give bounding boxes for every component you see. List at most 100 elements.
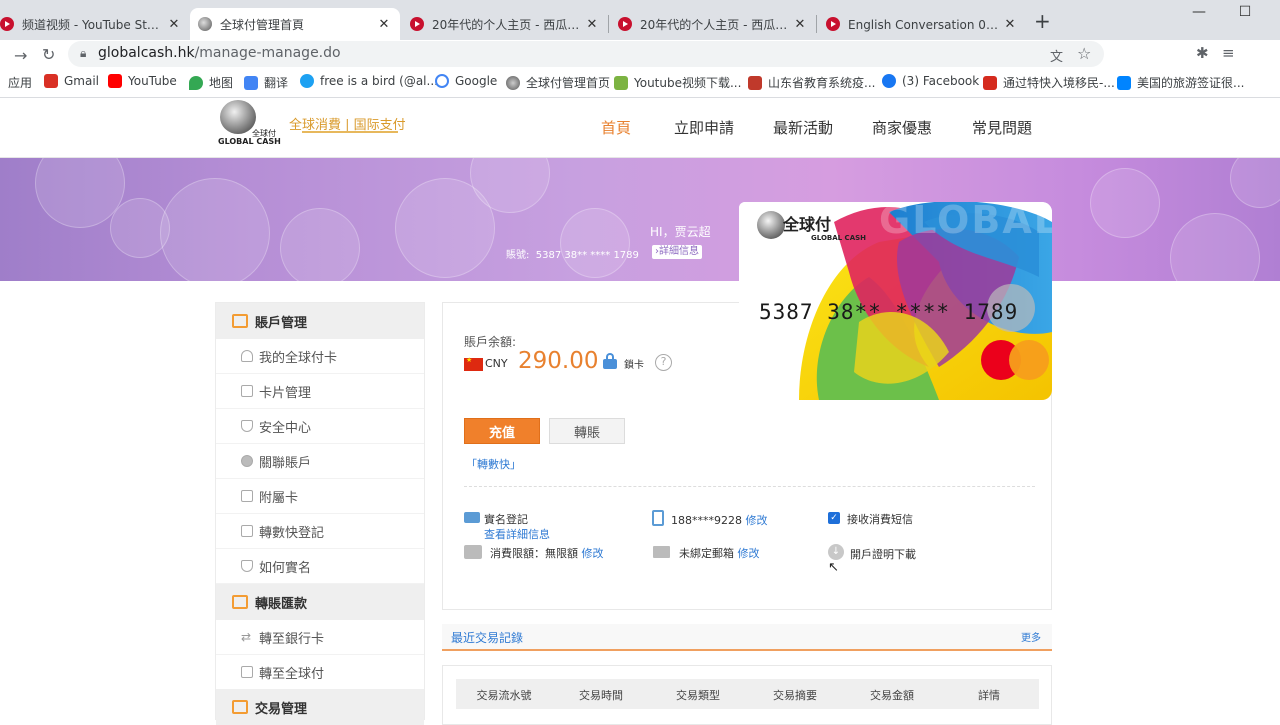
tab-english-conversation[interactable]: English Conversation 04 - 西瓜 ✕ (818, 8, 1026, 40)
lock-card-label[interactable]: 鎖卡 (624, 356, 644, 371)
sidebar-item-supplementary-card[interactable]: 附屬卡 (216, 479, 424, 514)
download-icon[interactable]: ↓ (828, 544, 844, 560)
sidebar-section-account[interactable]: 賬戶管理 (216, 303, 424, 339)
youtube-studio-icon (0, 17, 14, 31)
lock-icon[interactable] (603, 353, 617, 369)
email-line: 未綁定郵箱 修改 (679, 547, 760, 560)
tab-title: 全球付管理首頁 (220, 17, 305, 32)
help-icon[interactable]: ? (655, 354, 672, 371)
maximize-button[interactable]: ☐ (1222, 4, 1268, 20)
details-button[interactable]: ›詳細信息 (652, 245, 702, 259)
url-text[interactable]: globalcash.hk/manage-manage.do (98, 45, 341, 61)
recharge-button[interactable]: 充值 (464, 418, 540, 444)
sidebar-item-security[interactable]: 安全中心 (216, 409, 424, 444)
bookmark-youtube[interactable]: YouTube (108, 74, 177, 88)
badge-icon (241, 560, 253, 572)
bookmark-twitter[interactable]: free is a bird (@al... (300, 74, 438, 88)
logo-text-en: GLOBAL CASH (218, 137, 281, 146)
tab-xigua-2[interactable]: 20年代的个人主页 - 西瓜视频 ✕ (610, 8, 816, 40)
close-icon[interactable]: ✕ (792, 17, 808, 32)
currency-code: CNY (485, 357, 508, 370)
bank-card: GLOBAL 全球付 GLOBAL CASH 5387 38** **** 17… (739, 202, 1052, 400)
site-logo[interactable]: 全球付 GLOBAL CASH (216, 98, 281, 148)
bookmark-star-icon[interactable]: ☆ (1077, 44, 1091, 63)
card-brand-en: GLOBAL CASH (811, 234, 867, 242)
tab-xigua-1[interactable]: 20年代的个人主页 - 西瓜视频 ✕ (402, 8, 608, 40)
card-globe-logo-icon (757, 211, 785, 239)
extensions-puzzle-icon[interactable]: ✱ (1196, 44, 1209, 62)
bookmark-gmail[interactable]: Gmail (44, 74, 99, 88)
bookmark-google[interactable]: Google (435, 74, 497, 88)
realname-label: 實名登記 (484, 513, 528, 526)
nav-activities[interactable]: 最新活動 (773, 117, 833, 138)
phone-line: 188****9228 修改 (671, 512, 768, 528)
globe-logo-icon (220, 100, 256, 134)
reading-list-icon[interactable]: ≡ (1222, 44, 1235, 62)
shield-icon (241, 420, 253, 432)
bookmark-youtube-downloader[interactable]: Youtube视频下载... (614, 74, 741, 91)
sidebar-item-how-to-verify[interactable]: 如何實名 (216, 549, 424, 584)
close-icon[interactable]: ✕ (1002, 17, 1018, 32)
new-tab-button[interactable]: + (1034, 9, 1051, 33)
sidebar-item-fps-registration[interactable]: 轉數快登記 (216, 514, 424, 549)
sidebar-section-transfer[interactable]: 轉賬匯款 (216, 584, 424, 620)
close-icon[interactable]: ✕ (584, 17, 600, 32)
sidebar-item-my-card[interactable]: 我的全球付卡 (216, 339, 424, 374)
recent-transactions-header (442, 624, 1052, 651)
bookmark-facebook[interactable]: (3) Facebook (882, 74, 979, 88)
edit-email-link[interactable]: 修改 (738, 547, 760, 560)
close-icon[interactable]: ✕ (166, 17, 182, 32)
sms-label: 接收消費短信 (847, 513, 913, 526)
card-watermark: GLOBAL (879, 202, 1052, 242)
nav-faq[interactable]: 常見問題 (972, 117, 1032, 138)
mail-icon (653, 546, 670, 558)
zhihu-icon (1117, 75, 1131, 90)
balance-amount: 290.00 (518, 348, 599, 374)
minimize-button[interactable]: — (1176, 4, 1222, 20)
tab-globalcash[interactable]: 全球付管理首頁 ✕ (190, 8, 400, 40)
url-host: globalcash.hk (98, 45, 195, 61)
gmail-icon (44, 74, 58, 88)
user-icon (241, 350, 253, 362)
site-header (0, 98, 1280, 158)
realname-details-link[interactable]: 查看詳細信息 (484, 526, 550, 542)
nav-merchant-offers[interactable]: 商家優惠 (872, 117, 932, 138)
bookmark-globalcash[interactable]: 全球付管理首页 (506, 74, 610, 91)
bookmark-apps[interactable]: 应用 (0, 74, 32, 91)
balance-label: 賬戶余額: (464, 335, 517, 349)
bookmark-shandong-edu[interactable]: 山东省教育系统疫... (748, 74, 875, 91)
nav-apply[interactable]: 立即申請 (674, 117, 734, 138)
edit-phone-link[interactable]: 修改 (746, 514, 768, 527)
translate-icon[interactable]: 文 (1050, 46, 1063, 65)
close-icon[interactable]: ✕ (376, 17, 392, 32)
sidebar-item-to-bank-card[interactable]: ⇄ 轉至銀行卡 (216, 620, 424, 655)
reload-icon[interactable]: ↻ (42, 45, 55, 64)
transfer-button[interactable]: 轉賬 (549, 418, 625, 444)
divider (464, 486, 1035, 487)
forward-icon[interactable]: → (14, 46, 27, 65)
sidebar: 賬戶管理 我的全球付卡 卡片管理 安全中心 關聯賬戶 附屬卡 轉數快登記 如何實… (215, 302, 425, 725)
lock-icon[interactable]: 🔒︎ (80, 46, 86, 61)
tab-youtube-studio[interactable]: 频道视频 - YouTube Studio ✕ (0, 8, 190, 40)
bookmark-translate[interactable]: 翻译 (244, 74, 288, 91)
user-greeting: HI，贾云超 (650, 225, 711, 239)
edit-limit-link[interactable]: 修改 (582, 547, 604, 560)
nav-home[interactable]: 首頁 (601, 117, 631, 138)
sidebar-item-to-globalcash[interactable]: 轉至全球付 (216, 655, 424, 690)
sidebar-item-linked-accounts[interactable]: 關聯賬戶 (216, 444, 424, 479)
more-link[interactable]: 更多 (1021, 629, 1041, 644)
sidebar-item-card-management[interactable]: 卡片管理 (216, 374, 424, 409)
id-card-icon (464, 512, 480, 523)
fps-link[interactable]: 「轉數快」 (466, 456, 521, 472)
card-outline-icon (241, 490, 253, 502)
google-icon (435, 74, 449, 88)
bookmark-zhihu[interactable]: 美国的旅游签证很... (1117, 74, 1244, 91)
upload-box-icon (241, 666, 253, 678)
column-header-type: 交易類型 (676, 689, 720, 702)
certificate-download-link[interactable]: 開戶證明下載 (850, 546, 916, 562)
sms-checkbox[interactable]: ✓ (828, 512, 840, 524)
transfer-icon (232, 595, 248, 609)
bookmark-express-entry[interactable]: 通过特快入境移民-... (983, 74, 1115, 91)
phone-number: 188****9228 (671, 514, 742, 527)
bookmark-maps[interactable]: 地图 (189, 74, 233, 91)
